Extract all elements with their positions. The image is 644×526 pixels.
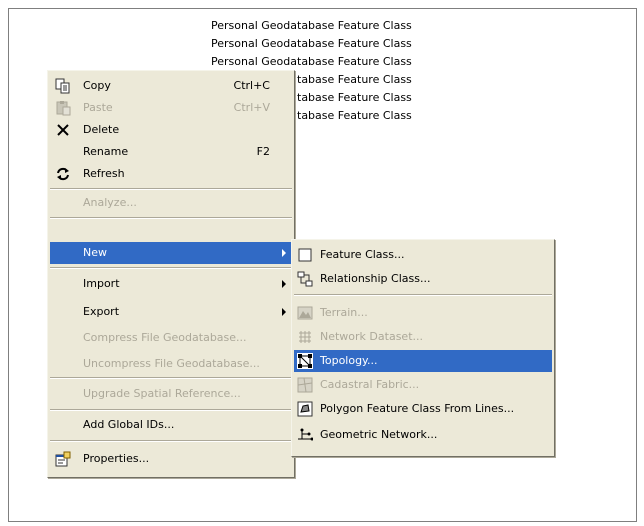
menu-item-label: Properties... <box>83 452 150 465</box>
menu-item-label: Copy <box>83 79 111 92</box>
submenu-item-network-dataset[interactable]: Network Dataset... <box>294 326 552 348</box>
submenu-item-relationship-class[interactable]: Relationship Class... <box>294 268 552 290</box>
relationship-class-icon <box>297 271 313 287</box>
menu-item-label: Delete <box>83 123 120 136</box>
menu-item-label: Terrain... <box>320 306 368 319</box>
menu-item-delete[interactable]: Delete <box>50 119 292 141</box>
menu-separator <box>50 440 292 442</box>
network-dataset-icon <box>299 331 311 343</box>
menu-item-label: Feature Class... <box>320 248 405 261</box>
copy-icon <box>55 78 70 94</box>
menu-item-label: Relationship Class... <box>320 272 431 285</box>
geometric-network-icon <box>298 428 313 441</box>
menu-item-import[interactable]: Import <box>50 273 292 295</box>
list-item[interactable]: Personal Geodatabase Feature Class <box>211 53 412 71</box>
menu-item-label: Rename <box>83 145 129 158</box>
shortcut-label: F2 <box>256 145 270 158</box>
menu-item-label: Export <box>83 305 120 318</box>
menu-item-label: Compress File Geodatabase... <box>83 331 247 344</box>
menu-item-upgrade-spatial-reference[interactable]: Upgrade Spatial Reference... <box>50 383 292 405</box>
menu-item-export[interactable]: Export <box>50 301 292 323</box>
submenu-arrow-icon <box>282 308 286 316</box>
polygon-feature-class-icon <box>297 401 313 417</box>
submenu-item-polygon-from-lines[interactable]: Polygon Feature Class From Lines... <box>294 398 552 420</box>
menu-item-analyze[interactable]: Analyze... <box>50 192 292 214</box>
menu-item-label: Refresh <box>83 167 125 180</box>
submenu-item-topology[interactable]: Topology... <box>294 350 552 372</box>
menu-item-label: Uncompress File Geodatabase... <box>83 357 260 370</box>
menu-separator <box>50 188 292 190</box>
menu-separator <box>50 217 292 219</box>
shortcut-label: Ctrl+V <box>233 101 270 114</box>
menu-item-rename[interactable]: Rename F2 <box>50 141 292 163</box>
feature-class-icon <box>298 248 312 262</box>
submenu-item-terrain[interactable]: Terrain... <box>294 302 552 324</box>
menu-separator <box>294 294 552 296</box>
menu-item-label: Cadastral Fabric... <box>320 378 420 391</box>
menu-item-compress[interactable]: Compress File Geodatabase... <box>50 327 292 349</box>
menu-item-label: Topology... <box>320 354 378 367</box>
properties-icon <box>55 451 71 467</box>
menu-item-new[interactable]: New <box>50 242 292 264</box>
menu-item-label: Geometric Network... <box>320 428 438 441</box>
menu-item-label: Analyze... <box>83 196 137 209</box>
menu-item-label: Add Global IDs... <box>83 418 175 431</box>
menu-item-label: New <box>83 246 107 259</box>
cadastral-fabric-icon <box>297 377 313 393</box>
menu-item-add-global-ids[interactable]: Add Global IDs... <box>50 414 292 436</box>
terrain-icon <box>297 306 313 320</box>
menu-item-label: Network Dataset... <box>320 330 423 343</box>
menu-separator <box>50 409 292 411</box>
menu-item-refresh[interactable]: Refresh <box>50 163 292 185</box>
list-item[interactable]: Personal Geodatabase Feature Class <box>211 17 412 35</box>
submenu-arrow-icon <box>282 280 286 288</box>
refresh-icon <box>57 167 69 181</box>
paste-icon <box>56 101 71 116</box>
menu-separator <box>50 377 292 379</box>
submenu-item-feature-class[interactable]: Feature Class... <box>294 244 552 266</box>
list-item[interactable]: Personal Geodatabase Feature Class <box>211 35 412 53</box>
menu-item-paste[interactable]: Paste Ctrl+V <box>50 97 292 119</box>
menu-item-label: Paste <box>83 101 113 114</box>
menu-item-label: Import <box>83 277 120 290</box>
context-menu: Copy Ctrl+C Paste Ctrl+V Delete Rename F… <box>47 70 295 478</box>
menu-item-label: Polygon Feature Class From Lines... <box>320 402 515 415</box>
menu-item-label: Upgrade Spatial Reference... <box>83 387 241 400</box>
new-submenu: Feature Class... Relationship Class... T… <box>291 239 555 457</box>
menu-item-properties[interactable]: Properties... <box>50 448 292 470</box>
menu-item-uncompress[interactable]: Uncompress File Geodatabase... <box>50 353 292 375</box>
menu-separator <box>50 267 292 269</box>
submenu-item-cadastral-fabric[interactable]: Cadastral Fabric... <box>294 374 552 396</box>
topology-icon <box>297 353 313 369</box>
submenu-arrow-icon <box>282 249 286 257</box>
submenu-item-geometric-network[interactable]: Geometric Network... <box>294 424 552 446</box>
shortcut-label: Ctrl+C <box>233 79 270 92</box>
delete-icon <box>57 124 69 136</box>
menu-item-copy[interactable]: Copy Ctrl+C <box>50 75 292 97</box>
